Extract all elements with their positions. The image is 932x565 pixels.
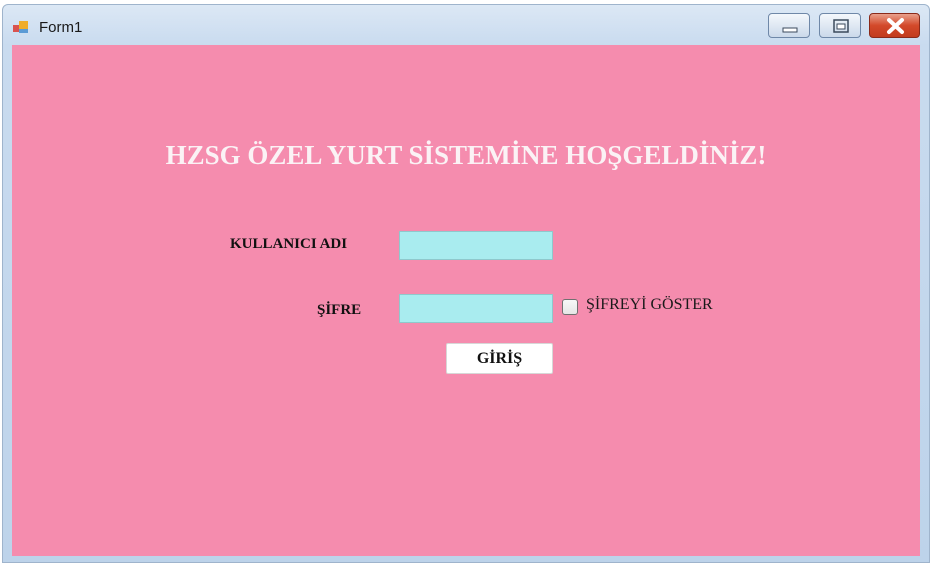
password-input[interactable] <box>399 294 553 323</box>
maximize-button[interactable] <box>819 13 861 38</box>
username-label: KULLANICI ADI <box>230 236 348 252</box>
form-client-area: HZSG ÖZEL YURT SİSTEMİNE HOŞGELDİNİZ! KU… <box>12 45 920 556</box>
app-icon <box>13 21 28 33</box>
welcome-heading: HZSG ÖZEL YURT SİSTEMİNE HOŞGELDİNİZ! <box>165 140 767 170</box>
password-label: ŞİFRE <box>317 302 362 318</box>
minimize-icon <box>782 27 798 33</box>
minimize-button[interactable] <box>768 13 810 38</box>
window-title: Form1 <box>39 19 83 36</box>
show-password-checkbox[interactable] <box>562 299 578 315</box>
username-input[interactable] <box>399 231 553 260</box>
maximize-icon <box>833 19 849 33</box>
close-button[interactable] <box>869 13 920 38</box>
title-bar[interactable]: Form1 <box>3 5 929 45</box>
app-window: Form1 HZSG ÖZEL YURT SİSTEMİNE HOŞGELDİN… <box>2 4 930 563</box>
login-button[interactable]: GİRİŞ <box>446 343 553 374</box>
show-password-label[interactable]: ŞİFREYİ GÖSTER <box>586 296 713 314</box>
close-icon <box>887 18 904 34</box>
